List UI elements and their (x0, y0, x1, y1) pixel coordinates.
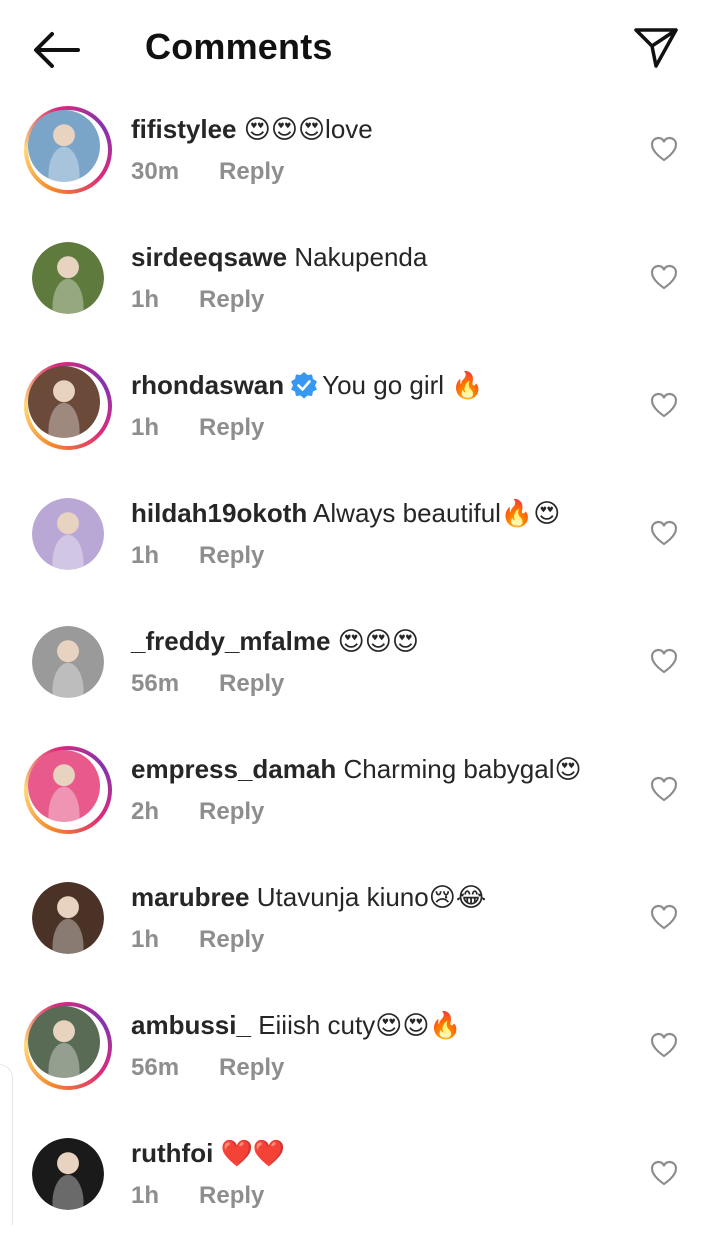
comment-text: ❤️❤️ (220, 1138, 286, 1168)
comment-item: hildah19okoth Always beautiful🔥😍 1h Reply (0, 480, 720, 608)
paper-plane-icon[interactable] (630, 22, 682, 74)
heart-icon[interactable] (650, 1032, 678, 1058)
comment-item: marubree Utavunja kiuno😢😂 1h Reply (0, 864, 720, 992)
comment-item: rhondaswan You go girl 🔥 1h Reply (0, 352, 720, 480)
avatar-photo (32, 498, 104, 570)
heart-icon[interactable] (650, 136, 678, 162)
comment-username[interactable]: empress_damah (131, 754, 336, 784)
avatar[interactable] (32, 242, 104, 314)
heart-icon[interactable] (650, 1160, 678, 1186)
comment-username[interactable]: rhondaswan (131, 370, 284, 400)
comment-item: _freddy_mfalme 😍😍😍 56m Reply (0, 608, 720, 736)
avatar-with-story-ring[interactable] (24, 106, 112, 194)
avatar-photo (28, 1006, 100, 1078)
comment-text: Utavunja kiuno😢😂 (256, 882, 487, 912)
avatar-photo (32, 242, 104, 314)
avatar-photo (28, 110, 100, 182)
avatar-photo (28, 750, 100, 822)
comment-username[interactable]: hildah19okoth (131, 498, 307, 528)
comment-item: ambussi_ Eiiish cuty😍😍🔥 56m Reply (0, 992, 720, 1120)
comment-text: Nakupenda (294, 242, 428, 272)
comment-meta: 1h Reply (131, 286, 264, 314)
reply-button[interactable]: Reply (219, 158, 284, 185)
comment-meta: 56m Reply (131, 1054, 284, 1082)
avatar-with-story-ring[interactable] (24, 362, 112, 450)
comment-timestamp: 1h (131, 1182, 160, 1209)
comment-meta: 1h Reply (131, 542, 264, 570)
verified-badge-icon (291, 372, 318, 399)
comment-line: hildah19okoth Always beautiful🔥😍 (131, 496, 560, 530)
sheet-edge (0, 1064, 13, 1225)
comment-item: fifistylee 😍😍😍love 30m Reply (0, 96, 720, 224)
heart-icon[interactable] (650, 392, 678, 418)
reply-button[interactable]: Reply (199, 286, 264, 313)
comment-username[interactable]: marubree (131, 882, 250, 912)
reply-button[interactable]: Reply (199, 798, 264, 825)
comment-timestamp: 56m (131, 1054, 180, 1081)
avatar[interactable] (32, 1138, 104, 1210)
avatar-photo (32, 1138, 104, 1210)
comment-item: ruthfoi ❤️❤️ 1h Reply (0, 1120, 720, 1248)
comment-username[interactable]: sirdeeqsawe (131, 242, 287, 272)
comment-text: Always beautiful🔥😍 (313, 498, 561, 528)
comment-line: fifistylee 😍😍😍love (131, 112, 373, 146)
heart-icon[interactable] (650, 904, 678, 930)
comment-item: empress_damah Charming babygal😍 2h Reply (0, 736, 720, 864)
comment-line: ambussi_ Eiiish cuty😍😍🔥 (131, 1008, 462, 1042)
comment-username[interactable]: ruthfoi (131, 1138, 213, 1168)
reply-button[interactable]: Reply (199, 926, 264, 953)
avatar[interactable] (32, 882, 104, 954)
reply-button[interactable]: Reply (199, 1182, 264, 1209)
comment-line: _freddy_mfalme 😍😍😍 (131, 624, 419, 658)
comment-username[interactable]: ambussi_ (131, 1010, 251, 1040)
avatar-photo (32, 626, 104, 698)
comment-meta: 56m Reply (131, 670, 284, 698)
comment-list: fifistylee 😍😍😍love 30m Reply sirdeeqsawe Na… (0, 96, 720, 1248)
reply-button[interactable]: Reply (219, 1054, 284, 1081)
comment-timestamp: 56m (131, 670, 180, 697)
avatar-with-story-ring[interactable] (24, 1002, 112, 1090)
comment-line: empress_damah Charming babygal😍 (131, 752, 582, 786)
avatar-photo (32, 882, 104, 954)
comment-timestamp: 1h (131, 926, 160, 953)
comment-text: Eiiish cuty😍😍🔥 (258, 1010, 462, 1040)
avatar-photo (28, 366, 100, 438)
reply-button[interactable]: Reply (199, 542, 264, 569)
comment-text: 😍😍😍love (243, 114, 373, 144)
heart-icon[interactable] (650, 520, 678, 546)
comment-username[interactable]: fifistylee (131, 114, 237, 144)
comment-timestamp: 1h (131, 542, 160, 569)
comment-timestamp: 1h (131, 286, 160, 313)
avatar[interactable] (32, 498, 104, 570)
heart-icon[interactable] (650, 776, 678, 802)
comment-line: sirdeeqsawe Nakupenda (131, 240, 427, 274)
reply-button[interactable]: Reply (219, 670, 284, 697)
reply-button[interactable]: Reply (199, 414, 264, 441)
comment-meta: 2h Reply (131, 798, 264, 826)
page-title: Comments (145, 26, 333, 67)
comment-item: sirdeeqsawe Nakupenda 1h Reply (0, 224, 720, 352)
comment-text: You go girl 🔥 (322, 370, 484, 400)
comment-meta: 1h Reply (131, 1182, 264, 1210)
comment-text: Charming babygal😍 (343, 754, 582, 784)
comment-meta: 1h Reply (131, 414, 264, 442)
comment-timestamp: 2h (131, 798, 160, 825)
comment-username[interactable]: _freddy_mfalme (131, 626, 330, 656)
avatar[interactable] (32, 626, 104, 698)
heart-icon[interactable] (650, 648, 678, 674)
comment-line: rhondaswan You go girl 🔥 (131, 368, 484, 402)
comment-timestamp: 1h (131, 414, 160, 441)
comment-line: marubree Utavunja kiuno😢😂 (131, 880, 486, 914)
comment-timestamp: 30m (131, 158, 180, 185)
comment-meta: 1h Reply (131, 926, 264, 954)
comment-text: 😍😍😍 (337, 626, 419, 656)
heart-icon[interactable] (650, 264, 678, 290)
comment-line: ruthfoi ❤️❤️ (131, 1136, 285, 1170)
arrow-left-icon[interactable] (30, 28, 82, 72)
comment-meta: 30m Reply (131, 158, 284, 186)
avatar-with-story-ring[interactable] (24, 746, 112, 834)
comments-header: Comments (0, 0, 720, 96)
